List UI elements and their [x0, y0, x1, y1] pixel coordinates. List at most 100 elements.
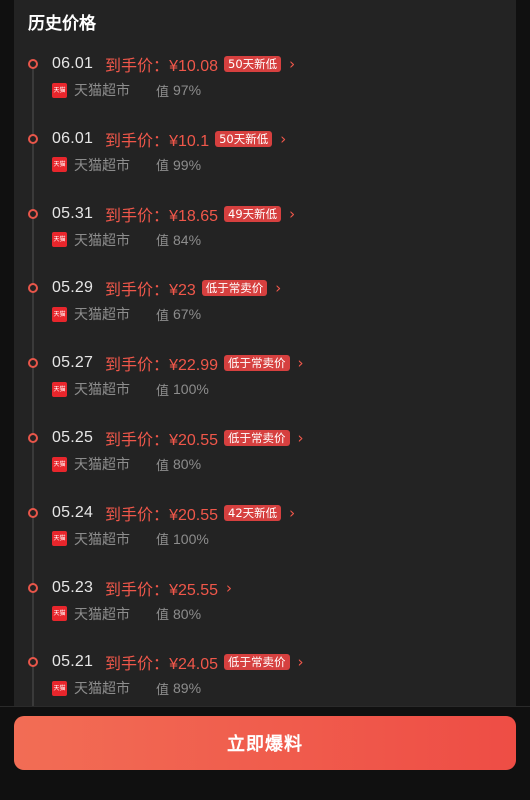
- entry-meta-row: 天猫 天猫超市 值 80%: [52, 454, 201, 474]
- tmall-icon-text: 天猫: [53, 535, 66, 543]
- entry-price: 到手价：¥24.05: [105, 650, 218, 674]
- price-value: ¥10.1: [169, 132, 210, 150]
- chevron-right-icon[interactable]: ›: [289, 206, 295, 222]
- price-history-entry[interactable]: 06.01 到手价：¥10.1 50天新低 › 天猫 天猫超市 值 99%: [14, 125, 516, 199]
- price-value: ¥24.05: [169, 656, 218, 674]
- store-name: 天猫超市: [74, 531, 130, 548]
- price-history-entry[interactable]: 05.27 到手价：¥22.99 低于常卖价 › 天猫 天猫超市 值 100%: [14, 349, 516, 423]
- price-history-entry[interactable]: 05.29 到手价：¥23 低于常卖价 › 天猫 天猫超市 值 67%: [14, 274, 516, 348]
- timeline-dot-icon: [28, 657, 38, 668]
- entry-meta-row: 天猫 天猫超市 值 67%: [52, 304, 201, 324]
- worth-icon: 值: [156, 84, 170, 100]
- price-history-entry[interactable]: 05.24 到手价：¥20.55 42天新低 › 天猫 天猫超市 值 100%: [14, 499, 516, 573]
- entry-price-row[interactable]: 05.23 到手价：¥25.55 ›: [52, 574, 232, 602]
- chevron-right-icon[interactable]: ›: [275, 280, 281, 296]
- tmall-store-icon: 天猫: [52, 381, 67, 397]
- entry-date: 05.31: [52, 204, 94, 222]
- entry-price-row[interactable]: 05.24 到手价：¥20.55 42天新低 ›: [52, 499, 295, 527]
- tmall-icon-text: 天猫: [53, 610, 66, 618]
- entry-price-row[interactable]: 06.01 到手价：¥10.08 50天新低 ›: [52, 50, 295, 78]
- entry-date: 06.01: [52, 129, 94, 147]
- entry-price-row[interactable]: 05.29 到手价：¥23 低于常卖价 ›: [52, 274, 281, 302]
- report-deal-button[interactable]: 立即爆料: [14, 716, 516, 770]
- price-value: ¥20.55: [169, 506, 218, 524]
- price-prefix: 到手价：: [105, 579, 170, 599]
- entry-price: 到手价：¥10.1: [105, 127, 209, 151]
- timeline-dot-icon: [28, 582, 38, 593]
- timeline-dot-icon: [28, 433, 38, 443]
- tmall-store-icon: 天猫: [52, 680, 67, 696]
- tmall-icon-text: 天猫: [53, 161, 66, 169]
- chevron-right-icon[interactable]: ›: [298, 355, 304, 371]
- chevron-right-icon[interactable]: ›: [298, 430, 304, 446]
- price-badge: 49天新低: [224, 205, 282, 222]
- worth-percent: 89%: [173, 680, 202, 697]
- tmall-store-icon: 天猫: [52, 232, 67, 248]
- entry-date: 05.24: [52, 503, 94, 521]
- entry-price-row[interactable]: 05.31 到手价：¥18.65 49天新低 ›: [52, 200, 295, 228]
- price-badge: 50天新低: [215, 130, 273, 147]
- price-prefix: 到手价：: [105, 654, 170, 674]
- price-badge: 42天新低: [224, 504, 282, 521]
- entry-price: 到手价：¥23: [105, 276, 196, 300]
- entry-price-row[interactable]: 06.01 到手价：¥10.1 50天新低 ›: [52, 125, 286, 153]
- price-history-entry[interactable]: 05.31 到手价：¥18.65 49天新低 › 天猫 天猫超市 值 84%: [14, 200, 516, 274]
- worth-percent: 84%: [173, 231, 202, 248]
- timeline-dot-icon: [28, 283, 38, 294]
- chevron-right-icon[interactable]: ›: [289, 505, 295, 521]
- entry-meta-row: 天猫 天猫超市 值 99%: [52, 155, 201, 175]
- worth-percent: 100%: [173, 530, 209, 547]
- tmall-store-icon: 天猫: [52, 606, 67, 622]
- entry-meta-row: 天猫 天猫超市 值 100%: [52, 379, 209, 399]
- entry-date: 05.25: [52, 429, 94, 446]
- price-badge: 50天新低: [224, 56, 282, 72]
- price-value: ¥22.99: [169, 357, 218, 375]
- tmall-store-icon: 天猫: [52, 157, 67, 173]
- entry-price-row[interactable]: 05.21 到手价：¥24.05 低于常卖价 ›: [52, 648, 304, 676]
- price-prefix: 到手价：: [105, 430, 170, 449]
- price-history-entry[interactable]: 05.25 到手价：¥20.55 低于常卖价 › 天猫 天猫超市 值 80%: [14, 424, 516, 498]
- timeline-dot-icon: [28, 358, 38, 369]
- price-badge: 低于常卖价: [201, 280, 268, 297]
- chevron-right-icon[interactable]: ›: [298, 654, 304, 670]
- worth-percent: 100%: [173, 381, 209, 398]
- chevron-right-icon[interactable]: ›: [226, 580, 232, 596]
- entry-price-row[interactable]: 05.27 到手价：¥22.99 低于常卖价 ›: [52, 349, 304, 377]
- tmall-icon-text: 天猫: [53, 86, 66, 94]
- timeline-dot-icon: [28, 59, 38, 69]
- entry-date: 05.21: [52, 653, 94, 671]
- price-value: ¥25.55: [169, 581, 218, 599]
- tmall-store-icon: 天猫: [52, 531, 67, 547]
- price-history-entry[interactable]: 05.23 到手价：¥25.55 › 天猫 天猫超市 值 80%: [14, 574, 516, 648]
- timeline-dot-icon: [28, 133, 38, 144]
- entry-meta-row: 天猫 天猫超市 值 80%: [52, 604, 201, 624]
- chevron-right-icon[interactable]: ›: [289, 56, 295, 72]
- entry-price: 到手价：¥25.55: [105, 576, 218, 600]
- timeline-dot-icon: [28, 507, 38, 518]
- price-prefix: 到手价：: [105, 56, 170, 75]
- store-name: 天猫超市: [74, 382, 130, 399]
- worth-percent: 67%: [173, 306, 202, 323]
- price-badge: 低于常卖价: [224, 355, 290, 372]
- price-history-entry[interactable]: 06.01 到手价：¥10.08 50天新低 › 天猫 天猫超市 值 97%: [14, 50, 516, 124]
- worth-percent: 80%: [173, 605, 202, 622]
- price-value: ¥23: [169, 282, 196, 300]
- worth-icon: 值: [156, 234, 170, 250]
- tmall-icon-text: 天猫: [53, 310, 66, 318]
- store-name: 天猫超市: [74, 157, 130, 174]
- entry-date: 05.27: [52, 354, 94, 372]
- chevron-right-icon[interactable]: ›: [280, 131, 286, 147]
- tmall-icon-text: 天猫: [53, 460, 66, 468]
- timeline-dot-icon: [28, 208, 38, 219]
- entry-price: 到手价：¥18.65: [105, 202, 218, 226]
- worth-percent: 97%: [173, 82, 202, 98]
- price-value: ¥18.65: [169, 207, 218, 225]
- entry-price-row[interactable]: 05.25 到手价：¥20.55 低于常卖价 ›: [52, 424, 304, 452]
- tmall-store-icon: 天猫: [52, 306, 67, 322]
- entry-price: 到手价：¥20.55: [105, 426, 218, 450]
- tmall-store-icon: 天猫: [52, 82, 67, 98]
- worth-icon: 值: [156, 533, 170, 549]
- price-value: ¥10.08: [169, 58, 218, 75]
- price-history-entry[interactable]: 05.21 到手价：¥24.05 低于常卖价 › 天猫 天猫超市 值 89%: [14, 648, 516, 706]
- store-name: 天猫超市: [74, 457, 130, 473]
